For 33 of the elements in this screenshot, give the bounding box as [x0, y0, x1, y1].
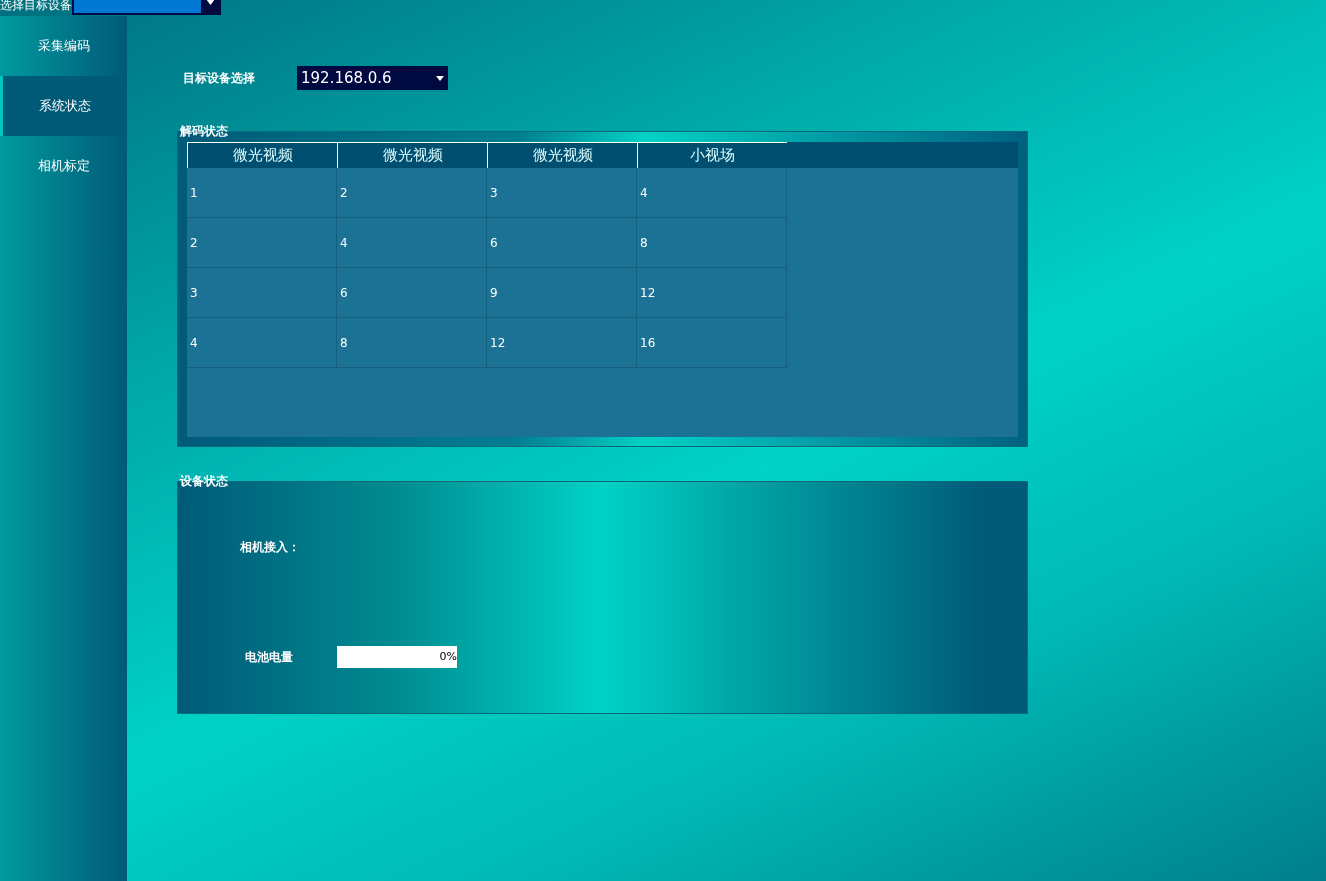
table-cell: 16	[637, 318, 787, 368]
sidebar-item[interactable]: 采集编码	[0, 16, 127, 76]
table-cell: 4	[337, 218, 487, 268]
caret-icon	[205, 0, 215, 5]
table-cell: 4	[637, 168, 787, 218]
column-header: 微光视频	[337, 142, 487, 168]
table-cell: 8	[637, 218, 787, 268]
table-cell: 3	[187, 268, 337, 318]
battery-label: 电池电量	[245, 649, 294, 666]
device-dropdown[interactable]	[72, 0, 221, 15]
target-device-label: 目标设备选择	[182, 70, 256, 87]
column-header: 小视场	[637, 142, 787, 168]
table-cell: 9	[487, 268, 637, 318]
sidebar-item[interactable]: 相机标定	[0, 136, 127, 196]
group-title: 设备状态	[180, 474, 229, 488]
table-cell: 8	[337, 318, 487, 368]
table-cell: 6	[487, 218, 637, 268]
caret-icon	[436, 75, 444, 81]
table-cell: 2	[337, 168, 487, 218]
device-label: 选择目标设备	[0, 0, 72, 13]
table-cell: 12	[637, 268, 787, 318]
column-header: 微光视频	[487, 142, 637, 168]
target-device-dropdown[interactable]: 192.168.0.6	[297, 66, 448, 90]
group-title: 解码状态	[180, 124, 229, 138]
table-cell: 3	[487, 168, 637, 218]
table-cell: 1	[187, 168, 337, 218]
battery-reading: 0%	[439, 648, 457, 665]
table-cell: 6	[337, 268, 487, 318]
table-cell: 2	[187, 218, 337, 268]
table-cell: 4	[187, 318, 337, 368]
table-cell: 12	[487, 318, 637, 368]
column-header: 微光视频	[187, 142, 337, 168]
camera-label: 相机接入：	[240, 539, 300, 556]
